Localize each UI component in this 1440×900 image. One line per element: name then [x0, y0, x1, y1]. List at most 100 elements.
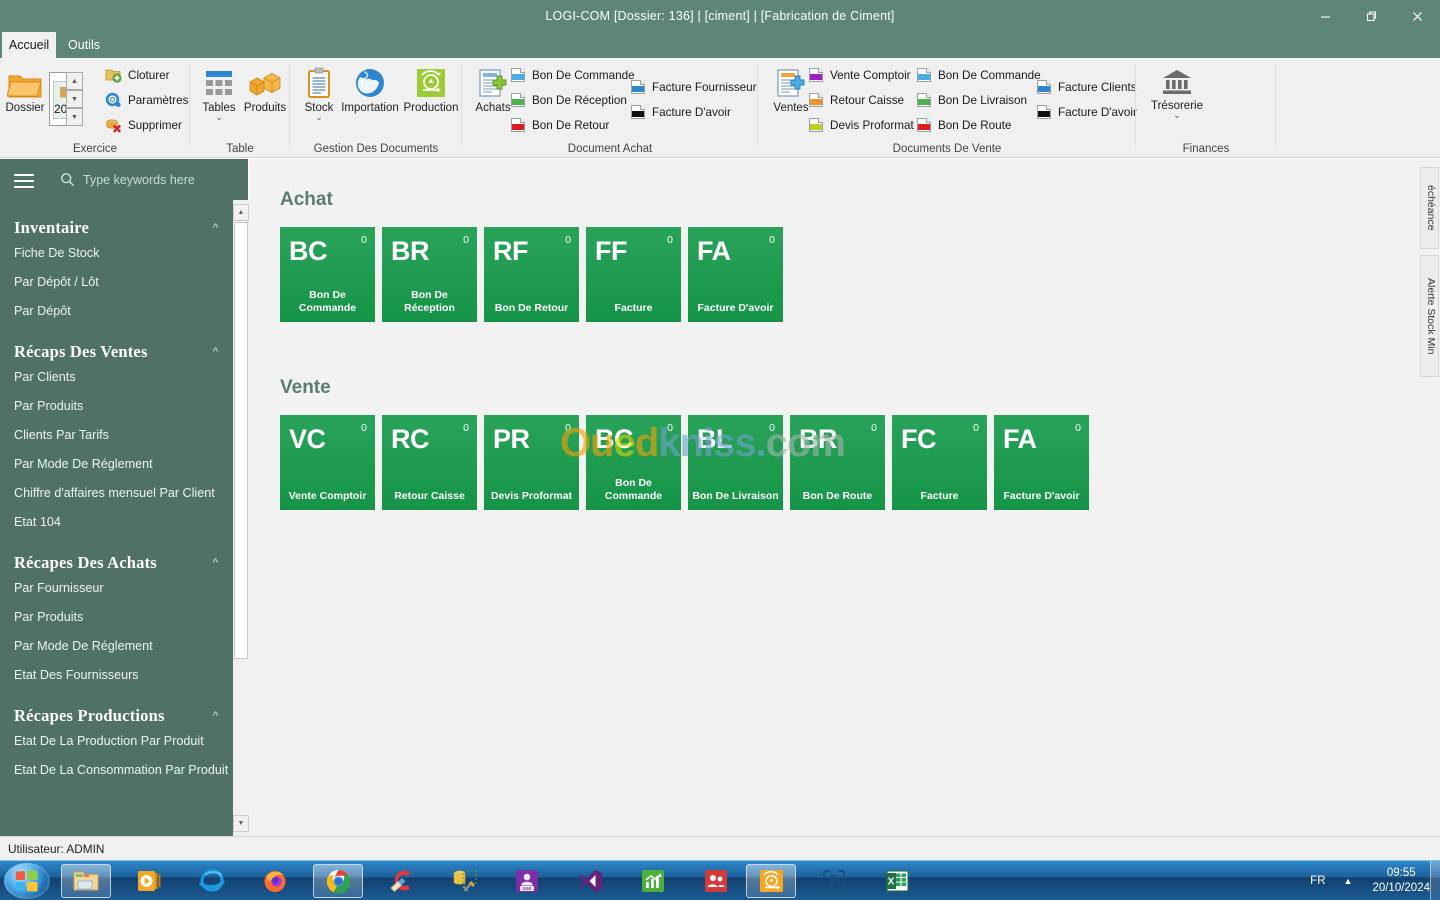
chevron-down-icon[interactable]: ⌄	[215, 113, 223, 122]
search-box[interactable]: Type keywords here	[60, 172, 195, 187]
vertical-tab-echeance[interactable]: échéance	[1420, 167, 1439, 249]
taskbar-ccleaner[interactable]	[376, 864, 426, 898]
chevron-up-icon[interactable]: ^	[213, 557, 218, 569]
taskbar-scanner[interactable]	[809, 864, 859, 898]
sidebar-item-par-produits-achats[interactable]: Par Produits	[0, 602, 232, 631]
chevron-up-icon[interactable]: ^	[213, 346, 218, 358]
taskbar-team-app[interactable]	[691, 864, 741, 898]
bank-icon	[1163, 70, 1191, 94]
taskbar-file-explorer[interactable]	[61, 864, 111, 898]
search-input[interactable]: Type keywords here	[83, 173, 195, 187]
scrollbar-thumb[interactable]	[234, 222, 248, 659]
vente-facture-avoir-button[interactable]: Facture D'avoir	[1036, 104, 1137, 120]
minimize-icon[interactable]	[1302, 0, 1348, 32]
vente-retour-caisse-button[interactable]: Retour Caisse	[808, 92, 904, 108]
spinner-up-icon[interactable]: ▲	[66, 72, 83, 90]
cloturer-button[interactable]: Cloturer	[105, 67, 170, 84]
chevron-down-icon[interactable]: ⌄	[1173, 111, 1181, 120]
vertical-tab-alerte-stock-min[interactable]: Alerte Stock Min	[1420, 255, 1439, 377]
taskbar-media-player[interactable]	[124, 864, 174, 898]
taskbar-firefox[interactable]	[250, 864, 300, 898]
sidebar-section-recaps-des-achats[interactable]: Récapes Des Achats ^	[0, 553, 232, 573]
vente-comptoir-button[interactable]: Vente Comptoir	[808, 67, 911, 83]
scroll-down-icon[interactable]: ▼	[233, 815, 249, 832]
tile-vente-bon-de-commande[interactable]: BC 0 Bon De Commande	[586, 415, 681, 510]
vente-devis-proformat-button[interactable]: Devis Proformat	[808, 117, 914, 133]
sidebar-item-fiche-de-stock[interactable]: Fiche De Stock	[0, 238, 232, 267]
tab-outils[interactable]: Outils	[58, 32, 110, 58]
vente-bon-de-livraison-button[interactable]: Bon De Livraison	[916, 92, 1027, 108]
tile-vente-facture[interactable]: FC 0 Facture	[892, 415, 987, 510]
close-icon[interactable]	[1394, 0, 1440, 32]
tile-vente-facture-avoir[interactable]: FA 0 Facture D'avoir	[994, 415, 1089, 510]
tile-vente-bon-de-route[interactable]: BR 0 Bon De Route	[790, 415, 885, 510]
taskbar-internet-explorer[interactable]	[187, 864, 237, 898]
vente-bon-de-route-button[interactable]: Bon De Route	[916, 117, 1011, 133]
achat-facture-avoir-button[interactable]: Facture D'avoir	[630, 104, 731, 120]
tile-vente-retour-caisse[interactable]: RC 0 Retour Caisse	[382, 415, 477, 510]
tile-achat-facture-avoir[interactable]: FA 0 Facture D'avoir	[688, 227, 783, 322]
exercice-year-spinner[interactable]: 2024 ▲ ▼ ▼	[49, 72, 83, 126]
tile-achat-bon-de-retour[interactable]: RF 0 Bon De Retour	[484, 227, 579, 322]
sidebar-section-inventaire[interactable]: Inventaire ^	[0, 218, 232, 238]
parametres-button[interactable]: Paramètres	[105, 92, 188, 109]
sidebar-section-recaps-des-ventes[interactable]: Récaps Des Ventes ^	[0, 342, 232, 362]
tray-expand-icon[interactable]: ▲	[1344, 876, 1353, 886]
sidebar-item-par-produits-ventes[interactable]: Par Produits	[0, 391, 232, 420]
taskbar-visual-studio[interactable]	[565, 864, 615, 898]
achat-bon-de-commande-button[interactable]: Bon De Commande	[510, 67, 635, 83]
chevron-up-icon[interactable]: ^	[213, 222, 218, 234]
sidebar-item-par-depot-lot[interactable]: Par Dépôt / Lôt	[0, 267, 232, 296]
supprimer-button[interactable]: Supprimer	[105, 117, 182, 134]
tile-code: RC	[391, 424, 430, 454]
tab-accueil[interactable]: Accueil	[2, 32, 56, 58]
restore-icon[interactable]	[1348, 0, 1394, 32]
sidebar-item-clients-par-tarifs[interactable]: Clients Par Tarifs	[0, 420, 232, 449]
show-desktop-button[interactable]	[1430, 861, 1440, 900]
tile-achat-facture[interactable]: FF 0 Facture	[586, 227, 681, 322]
tray-language[interactable]: FR	[1310, 875, 1325, 887]
sidebar-item-etat-production-par-produit[interactable]: Etat De La Production Par Produit	[0, 726, 232, 755]
chevron-up-icon[interactable]: ^	[213, 710, 218, 722]
tile-vente-comptoir[interactable]: VC 0 Vente Comptoir	[280, 415, 375, 510]
achat-bon-de-reception-button[interactable]: Bon De Réception	[510, 92, 627, 108]
internet-explorer-icon	[199, 869, 225, 892]
sidebar-scrollbar[interactable]: ▲ ▼	[233, 200, 249, 836]
sidebar-item-par-fournisseur[interactable]: Par Fournisseur	[0, 573, 232, 602]
tile-vente-bon-de-livraison[interactable]: BL 0 Bon De Livraison	[688, 415, 783, 510]
tile-achat-bon-de-reception[interactable]: BR 0 Bon De Réception	[382, 227, 477, 322]
vente-facture-clients-button[interactable]: Facture Clients	[1036, 79, 1137, 95]
sidebar-item-etat-104[interactable]: Etat 104	[0, 507, 232, 536]
spinner-bottom-icon[interactable]: ▼	[66, 108, 83, 126]
start-button[interactable]	[4, 863, 50, 899]
taskbar-chrome[interactable]	[313, 864, 363, 898]
tile-vente-devis-proformat[interactable]: PR 0 Devis Proformat	[484, 415, 579, 510]
vente-bon-de-commande-button[interactable]: Bon De Commande	[916, 67, 1041, 83]
importation-button[interactable]: Importation	[336, 66, 404, 114]
taskbar-logicom[interactable]	[746, 864, 796, 898]
sidebar-item-etat-consommation-par-produit[interactable]: Etat De La Consommation Par Produit	[0, 755, 232, 784]
taskbar-chart-app[interactable]	[628, 864, 678, 898]
tresorerie-button[interactable]: Trésorerie ⌄	[1142, 68, 1212, 120]
taskbar-excel[interactable]: X	[872, 864, 922, 898]
chevron-down-icon[interactable]: ⌄	[315, 113, 323, 122]
sidebar-item-chiffre-affaires-mensuel[interactable]: Chiffre d'affaires mensuel Par Client	[0, 478, 232, 507]
produits-button[interactable]: Produits	[236, 68, 294, 114]
taskbar-g50[interactable]: G50	[502, 864, 552, 898]
clock[interactable]: 09:55 20/10/2024	[1372, 866, 1430, 896]
hamburger-icon[interactable]	[14, 174, 34, 188]
production-button[interactable]: Production	[400, 66, 462, 114]
sidebar-item-par-mode-de-reglement-ventes[interactable]: Par Mode De Réglement	[0, 449, 232, 478]
spinner-down-icon[interactable]: ▼	[66, 90, 83, 108]
scroll-up-icon[interactable]: ▲	[233, 204, 249, 221]
achat-bon-de-retour-button[interactable]: Bon De Retour	[510, 117, 609, 133]
sidebar-item-etat-des-fournisseurs[interactable]: Etat Des Fournisseurs	[0, 660, 232, 689]
taskbar-database-tools[interactable]	[439, 864, 489, 898]
achat-facture-fournisseur-button[interactable]: Facture Fournisseur	[630, 79, 757, 95]
sidebar-item-par-mode-de-reglement-achats[interactable]: Par Mode De Réglement	[0, 631, 232, 660]
tile-achat-bon-de-commande[interactable]: BC 0 Bon De Commande	[280, 227, 375, 322]
sidebar-item-par-clients[interactable]: Par Clients	[0, 362, 232, 391]
sidebar-section-recaps-productions[interactable]: Récapes Productions ^	[0, 706, 232, 726]
sidebar-item-par-depot[interactable]: Par Dépôt	[0, 296, 232, 325]
dossier-button[interactable]: Dossier	[0, 70, 50, 114]
